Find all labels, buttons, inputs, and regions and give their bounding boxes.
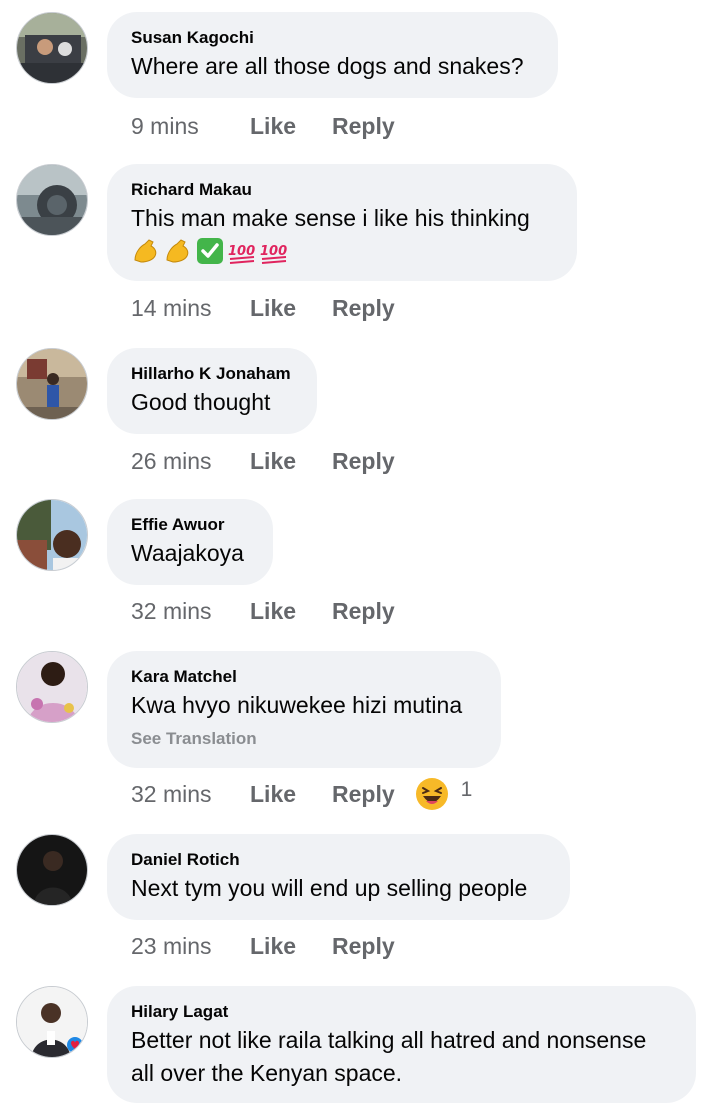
comment-text: Waajakoya bbox=[131, 540, 244, 566]
reply-button[interactable]: Reply bbox=[332, 781, 395, 808]
hundred-points-icon: 100 bbox=[228, 244, 255, 264]
flexed-biceps-icon bbox=[134, 239, 157, 263]
like-button[interactable]: Like bbox=[250, 781, 332, 808]
laughing-face-icon bbox=[415, 778, 448, 810]
comment-text: Good thought bbox=[131, 389, 271, 415]
comment-bubble: Richard Makau This man make sense i like… bbox=[107, 164, 577, 281]
comment-author[interactable]: Hillarho K Jonaham bbox=[131, 362, 293, 386]
avatar[interactable] bbox=[16, 164, 88, 236]
comment-time[interactable]: 14 mins bbox=[131, 295, 250, 322]
avatar[interactable] bbox=[16, 499, 88, 571]
avatar[interactable] bbox=[16, 651, 88, 723]
like-button[interactable]: Like bbox=[250, 933, 332, 960]
comment-actions: 9 mins Like Reply bbox=[131, 110, 395, 142]
reply-button[interactable]: Reply bbox=[332, 113, 395, 140]
comment-bubble: Effie Awuor Waajakoya bbox=[107, 499, 273, 585]
reply-button[interactable]: Reply bbox=[332, 448, 395, 475]
comment-actions: 32 mins Like Reply bbox=[131, 595, 395, 627]
comment-bubble: Kara Matchel Kwa hvyo nikuwekee hizi mut… bbox=[107, 651, 501, 768]
comment-text: Next tym you will end up selling people bbox=[131, 875, 528, 901]
comment-text-line: all over the Kenyan space. bbox=[131, 1060, 403, 1086]
comment-text: This man make sense i like his thinking bbox=[131, 205, 530, 231]
comment-time[interactable]: 9 mins bbox=[131, 113, 250, 140]
comment-bubble: Hilary Lagat Better not like raila talki… bbox=[107, 986, 696, 1103]
comment-author[interactable]: Daniel Rotich bbox=[131, 848, 546, 872]
comment-time[interactable]: 26 mins bbox=[131, 448, 250, 475]
comment-time[interactable]: 32 mins bbox=[131, 598, 250, 625]
avatar[interactable] bbox=[16, 986, 88, 1058]
reaction-summary[interactable]: 1 bbox=[415, 777, 473, 811]
reply-button[interactable]: Reply bbox=[332, 598, 395, 625]
emoji-row: 100 100 bbox=[131, 235, 553, 267]
comment-author[interactable]: Effie Awuor bbox=[131, 513, 249, 537]
comment-bubble: Hillarho K Jonaham Good thought bbox=[107, 348, 317, 434]
comment-actions: 26 mins Like Reply bbox=[131, 445, 395, 477]
avatar[interactable] bbox=[16, 12, 88, 84]
comment-text: Where are all those dogs and snakes? bbox=[131, 53, 524, 79]
like-button[interactable]: Like bbox=[250, 598, 332, 625]
hundred-points-icon: 100 bbox=[260, 244, 287, 264]
reply-button[interactable]: Reply bbox=[332, 933, 395, 960]
comment-author[interactable]: Susan Kagochi bbox=[131, 26, 534, 50]
comment-author[interactable]: Hilary Lagat bbox=[131, 1000, 672, 1024]
comment-actions: 23 mins Like Reply bbox=[131, 930, 395, 962]
see-translation-link[interactable]: See Translation bbox=[131, 726, 477, 752]
comment-bubble: Susan Kagochi Where are all those dogs a… bbox=[107, 12, 558, 98]
like-button[interactable]: Like bbox=[250, 448, 332, 475]
comment-time[interactable]: 23 mins bbox=[131, 933, 250, 960]
like-button[interactable]: Like bbox=[250, 113, 332, 140]
flexed-biceps-icon bbox=[166, 239, 189, 263]
comment-bubble: Daniel Rotich Next tym you will end up s… bbox=[107, 834, 570, 920]
comment-author[interactable]: Richard Makau bbox=[131, 178, 553, 202]
check-mark-button-icon bbox=[197, 238, 223, 264]
avatar[interactable] bbox=[16, 834, 88, 906]
comment-actions: 32 mins Like Reply 1 bbox=[131, 778, 472, 810]
comment-text: Kwa hvyo nikuwekee hizi mutina bbox=[131, 692, 463, 718]
comment-author[interactable]: Kara Matchel bbox=[131, 665, 477, 689]
reply-button[interactable]: Reply bbox=[332, 295, 395, 322]
reaction-count: 1 bbox=[460, 778, 473, 801]
like-button[interactable]: Like bbox=[250, 295, 332, 322]
avatar[interactable] bbox=[16, 348, 88, 420]
comment-time[interactable]: 32 mins bbox=[131, 781, 250, 808]
comment-text-line: Better not like raila talking all hatred… bbox=[131, 1027, 647, 1053]
comment-actions: 14 mins Like Reply bbox=[131, 292, 395, 324]
